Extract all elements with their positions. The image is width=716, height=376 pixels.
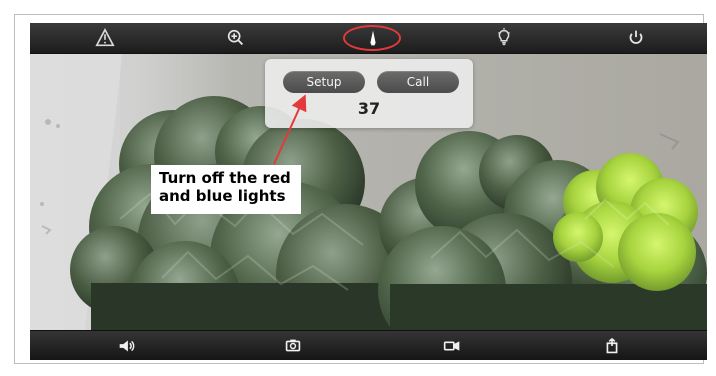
power-icon[interactable] [624, 27, 648, 49]
share-icon-graphic [606, 338, 618, 354]
snapshot-icon-graphic [285, 339, 301, 352]
top-toolbar [30, 23, 707, 54]
light-control-popup: Setup Call 37 [265, 59, 473, 128]
warning-icon[interactable] [93, 27, 117, 49]
light-icon-graphic [498, 27, 510, 46]
call-button[interactable]: Call [377, 71, 459, 93]
light-icon[interactable] [492, 27, 516, 49]
camera-app-screen: Setup Call 37 [30, 23, 707, 360]
popup-count: 37 [357, 99, 381, 118]
setup-button[interactable]: Setup [283, 71, 365, 93]
bottom-toolbar [30, 330, 707, 360]
speaker-icon-graphic [119, 340, 135, 352]
instruction-callout: Turn off the red and blue lights [151, 165, 301, 214]
record-icon-graphic [443, 341, 460, 351]
beacon-icon-graphic [370, 30, 376, 46]
share-icon[interactable] [600, 335, 624, 357]
power-icon-graphic [629, 30, 643, 44]
beacon-icon[interactable] [361, 27, 385, 49]
zoom-icon[interactable] [224, 27, 248, 49]
snapshot-icon[interactable] [281, 335, 305, 357]
speaker-icon[interactable] [115, 335, 139, 357]
record-icon[interactable] [440, 335, 464, 357]
zoom-icon-graphic [227, 29, 244, 46]
warning-icon-graphic [95, 27, 115, 47]
